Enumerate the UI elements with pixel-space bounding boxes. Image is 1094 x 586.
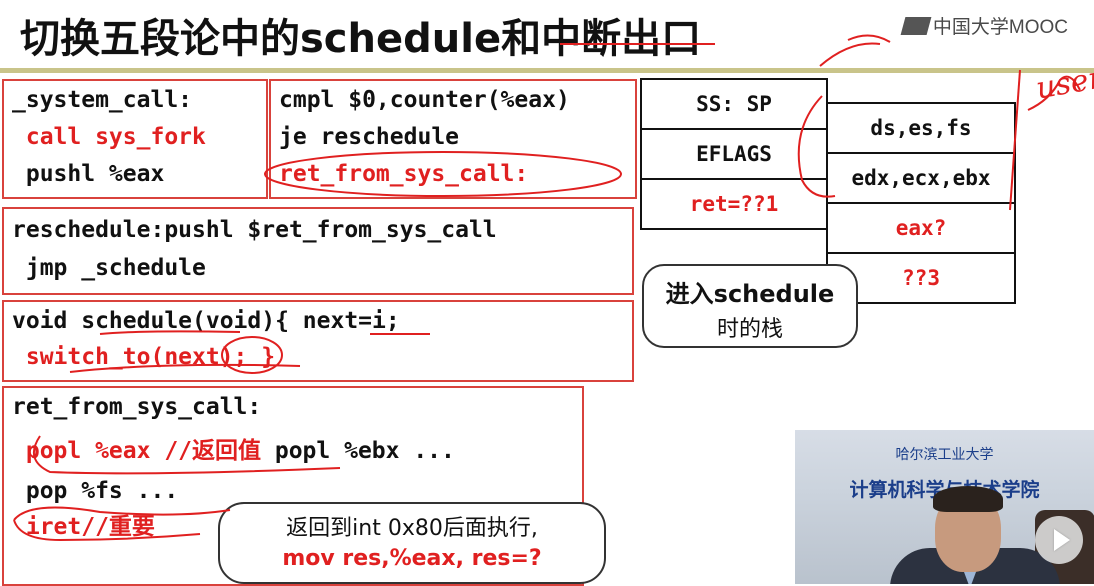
video-lecturer-hair: [933, 486, 1003, 512]
lecturer-video[interactable]: 哈尔滨工业大学 计算机科学与技术学院: [795, 430, 1094, 584]
play-icon[interactable]: [1035, 516, 1083, 564]
video-school-name: 哈尔滨工业大学: [895, 447, 994, 463]
